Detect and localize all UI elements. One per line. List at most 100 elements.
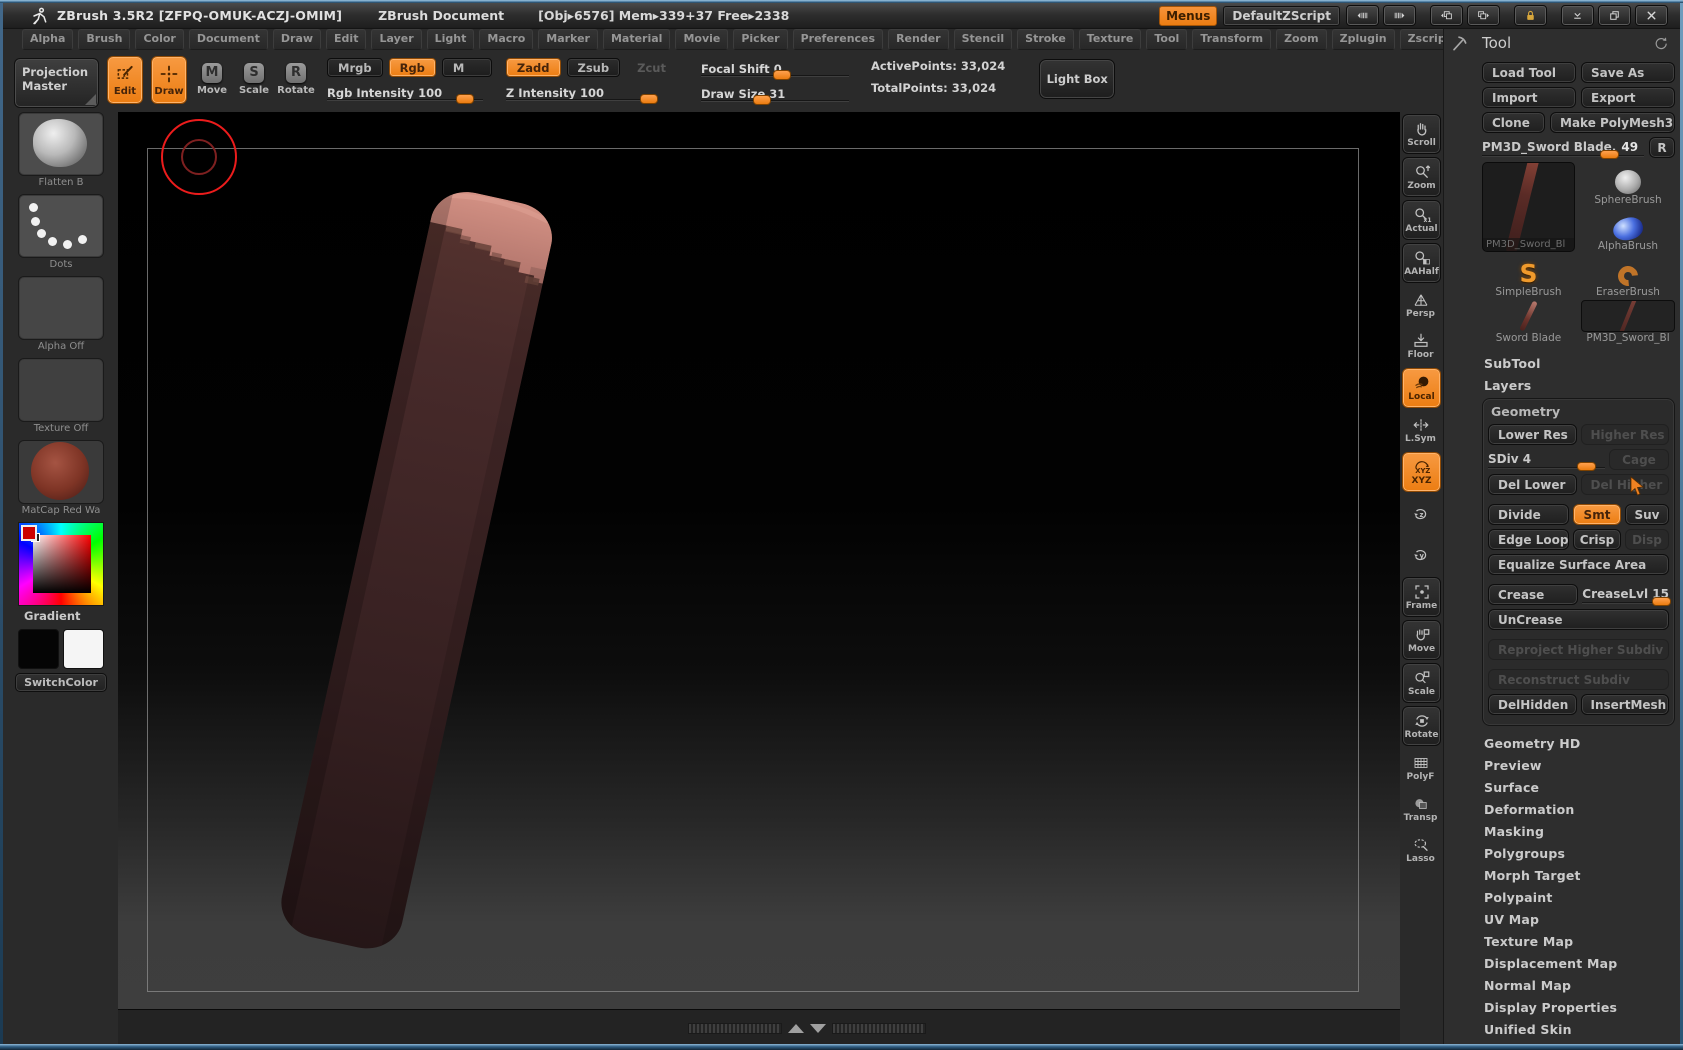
sdiv-slider[interactable]: SDiv 4 — [1488, 449, 1605, 468]
switch-color-button[interactable]: SwitchColor — [15, 673, 107, 692]
slider-knob[interactable] — [1652, 597, 1671, 606]
menu-item[interactable]: Material — [603, 29, 670, 50]
right-shelf-button[interactable]: Persp — [1402, 286, 1439, 324]
rgb-intensity-slider[interactable]: Rgb Intensity 100 — [327, 82, 483, 102]
slider-knob[interactable] — [1577, 462, 1596, 471]
color-picker[interactable] — [18, 522, 104, 606]
palette-section[interactable]: Normal Map — [1482, 974, 1675, 996]
lower-res-button[interactable]: Lower Res — [1488, 424, 1577, 445]
scroll-down-icon[interactable] — [810, 1024, 826, 1033]
palette-section[interactable]: SubTool — [1482, 352, 1675, 374]
menu-item[interactable]: Zplugin — [1332, 29, 1395, 50]
brush-thumbnail[interactable] — [18, 112, 104, 176]
right-shelf-button[interactable]: XYZ — [1402, 452, 1441, 492]
right-shelf-button[interactable]: L.Sym — [1402, 411, 1439, 449]
right-shelf-button[interactable]: PolyF — [1402, 749, 1439, 787]
secondary-color-swatch[interactable] — [63, 629, 104, 669]
menu-item[interactable]: Edit — [326, 29, 366, 50]
current-texture[interactable]: Texture Off — [18, 358, 104, 434]
cage-button[interactable]: Cage — [1609, 449, 1669, 470]
right-shelf-button[interactable]: Frame — [1402, 577, 1441, 617]
current-material[interactable]: MatCap Red Wa — [18, 440, 104, 516]
scale-mode-button[interactable]: S Scale — [237, 56, 271, 102]
uncrease-button[interactable]: UnCrease — [1488, 609, 1669, 630]
palette-section[interactable]: UV Map — [1482, 908, 1675, 930]
slider-knob[interactable] — [640, 94, 658, 104]
draw-size-slider[interactable]: Draw Size 31 — [701, 83, 849, 103]
palette-section[interactable]: Polygroups — [1482, 842, 1675, 864]
palette-section[interactable]: Deformation — [1482, 798, 1675, 820]
focal-shift-slider[interactable]: Focal Shift 0 — [701, 58, 849, 78]
menu-item[interactable]: Stencil — [954, 29, 1013, 50]
right-shelf-button[interactable]: Transp — [1402, 790, 1439, 828]
sword-blade-model[interactable] — [118, 112, 1400, 1044]
reconstruct-subdiv-button[interactable]: Reconstruct Subdiv — [1488, 669, 1669, 690]
right-shelf-button[interactable]: Scroll — [1402, 114, 1441, 154]
crisp-button[interactable]: Crisp — [1573, 529, 1621, 550]
window-control-button[interactable] — [1383, 5, 1416, 26]
crease-lvl-slider[interactable]: CreaseLvl 15 — [1582, 584, 1669, 603]
load-tool-button[interactable]: Load Tool — [1482, 62, 1576, 83]
window-control-button[interactable] — [1430, 5, 1463, 26]
palette-section[interactable]: Layers — [1482, 374, 1675, 396]
menu-item[interactable]: Light — [427, 29, 475, 50]
menus-button[interactable]: Menus — [1159, 6, 1217, 26]
menu-item[interactable]: Preferences — [793, 29, 883, 50]
menu-item[interactable]: Tool — [1146, 29, 1187, 50]
window-control-button[interactable] — [1346, 5, 1379, 26]
tool-item-alphabrush[interactable]: AlphaBrush — [1581, 208, 1675, 252]
right-shelf-button[interactable]: Actual — [1402, 200, 1441, 240]
insertmesh-button[interactable]: InsertMesh — [1581, 694, 1670, 715]
right-shelf-button[interactable]: Move — [1402, 620, 1441, 660]
window-control-button[interactable] — [1598, 5, 1631, 26]
palette-section[interactable]: Unified Skin — [1482, 1018, 1675, 1040]
slider-knob[interactable] — [1600, 150, 1619, 159]
window-control-button[interactable] — [1467, 5, 1500, 26]
scroll-grip-right[interactable] — [832, 1023, 926, 1034]
m-button[interactable]: M — [442, 58, 492, 77]
draw-mode-button[interactable]: Draw — [151, 56, 187, 104]
z-intensity-slider[interactable]: Z Intensity 100 — [506, 82, 658, 102]
tool-item-simplebrush[interactable]: S SimpleBrush — [1482, 254, 1575, 298]
menu-item[interactable]: Picker — [733, 29, 787, 50]
menu-item[interactable]: Draw — [273, 29, 321, 50]
gradient-label[interactable]: Gradient — [24, 609, 81, 623]
slider-knob[interactable] — [773, 70, 791, 80]
mrgb-button[interactable]: Mrgb — [327, 58, 383, 77]
menu-item[interactable]: Brush — [78, 29, 130, 50]
right-shelf-button[interactable]: Scale — [1402, 663, 1441, 703]
palette-section[interactable]: Masking — [1482, 820, 1675, 842]
smt-button[interactable]: Smt — [1573, 504, 1621, 525]
palette-section[interactable]: Displacement Map — [1482, 952, 1675, 974]
zcut-button[interactable]: Zcut — [626, 58, 677, 77]
right-shelf-button[interactable] — [1402, 495, 1439, 533]
scroll-grip-left[interactable] — [688, 1023, 782, 1034]
active-tool-slider[interactable]: PM3D_Sword Blade. 49 — [1482, 137, 1644, 156]
menu-item[interactable]: Texture — [1079, 29, 1142, 50]
scroll-up-icon[interactable] — [788, 1024, 804, 1033]
divide-button[interactable]: Divide — [1488, 504, 1569, 525]
tool-item-pm3d-sword-blade[interactable]: PM3D_Sword_Bl — [1581, 300, 1675, 344]
rgb-button[interactable]: Rgb — [389, 58, 436, 77]
palette-section[interactable]: Morph Target — [1482, 864, 1675, 886]
right-shelf-button[interactable]: AAHalf — [1402, 243, 1441, 283]
current-alpha[interactable]: Alpha Off — [18, 276, 104, 352]
current-brush[interactable]: Flatten B — [18, 112, 104, 188]
saturation-value-square[interactable] — [33, 535, 91, 593]
menu-item[interactable]: Zoom — [1276, 29, 1327, 50]
palette-section[interactable]: Surface — [1482, 776, 1675, 798]
right-shelf-button[interactable]: Floor — [1402, 327, 1439, 365]
menu-item[interactable]: Render — [888, 29, 949, 50]
geometry-section-header[interactable]: Geometry — [1488, 403, 1669, 424]
del-higher-button[interactable]: Del Higher — [1581, 474, 1670, 495]
alpha-thumbnail[interactable] — [18, 276, 104, 340]
r-button[interactable]: R — [1649, 137, 1675, 158]
tool-item-spherebrush[interactable]: SphereBrush — [1581, 162, 1675, 206]
edit-mode-button[interactable]: Edit — [107, 56, 143, 104]
higher-res-button[interactable]: Higher Res — [1581, 424, 1670, 445]
palette-section[interactable]: Display Properties — [1482, 996, 1675, 1018]
right-shelf-button[interactable]: Rotate — [1402, 706, 1441, 746]
texture-thumbnail[interactable] — [18, 358, 104, 422]
suv-button[interactable]: Suv — [1625, 504, 1669, 525]
slider-knob[interactable] — [753, 95, 771, 105]
